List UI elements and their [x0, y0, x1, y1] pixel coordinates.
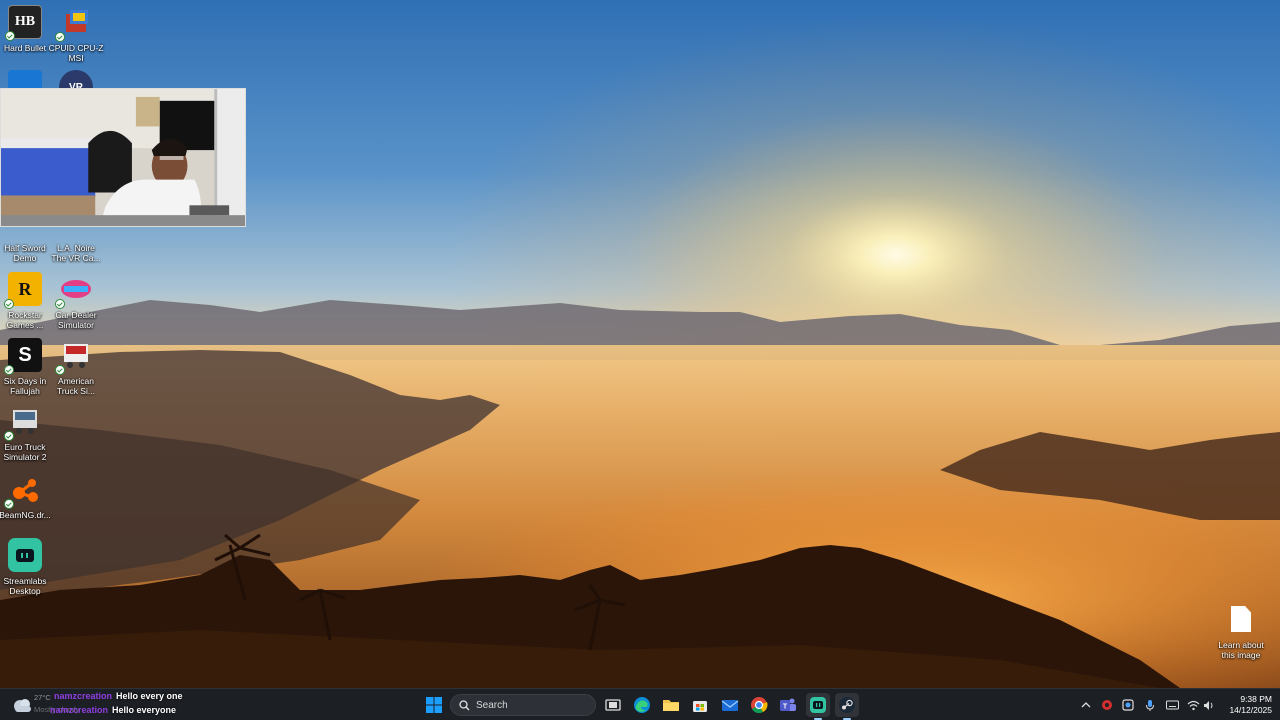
task-view-icon: [605, 699, 621, 711]
task-view-button[interactable]: [601, 693, 625, 717]
american-truck-icon: [55, 338, 93, 375]
learn-about-this-image[interactable]: Learn about this image: [1212, 606, 1270, 660]
taskbar-clock[interactable]: 9:38 PM 14/12/2025: [1222, 694, 1272, 716]
desktop-icon-cpuid-cpu-z[interactable]: CPUID CPU-Z MSI: [44, 5, 108, 63]
desktop-icon-label: BeamNG.dr...: [0, 510, 51, 520]
desktop-icon-beamng-drive[interactable]: BeamNG.dr...: [0, 472, 57, 520]
stream-chat-overlay: namzcreation Hello every one namzcreatio…: [36, 688, 183, 720]
search-icon: [459, 699, 470, 710]
desktop-icon-streamlabs-desktop[interactable]: Streamlabs Desktop: [0, 538, 57, 596]
chat-username: namzcreation: [50, 705, 109, 715]
desktop-icon-label: Streamlabs Desktop: [3, 576, 47, 596]
tray-app-2[interactable]: [1120, 697, 1136, 713]
store-icon: [693, 701, 707, 712]
svg-text:T: T: [783, 704, 788, 711]
euro-truck-icon: [4, 404, 42, 441]
taskbar-search[interactable]: Search: [450, 694, 596, 716]
six-days-icon: S: [4, 338, 42, 375]
car-dealer-icon: [55, 272, 93, 309]
desktop-icon-car-dealer-simulator[interactable]: Car Dealer Simulator: [44, 272, 108, 330]
hard-bullet-icon: HB: [5, 5, 42, 41]
sync-status-icon: [5, 31, 15, 41]
keyboard-tray-button[interactable]: [1164, 697, 1180, 713]
chrome-button[interactable]: [747, 693, 771, 717]
clock-time: 9:38 PM: [1240, 694, 1272, 704]
learn-about-label: Learn about this image: [1218, 640, 1264, 660]
steam-taskbar-button[interactable]: [835, 693, 859, 720]
microphone-tray-button[interactable]: [1142, 697, 1158, 713]
search-placeholder: Search: [476, 699, 508, 711]
show-hidden-icons-button[interactable]: [1078, 697, 1094, 713]
desktop-icon-label: Euro Truck Simulator 2: [3, 442, 47, 462]
keyboard-icon: [1165, 700, 1179, 710]
chrome-icon: [751, 697, 768, 714]
sync-icon: [1122, 699, 1134, 711]
start-button[interactable]: [422, 693, 446, 717]
edge-button[interactable]: [630, 693, 654, 717]
chat-message: namzcreation Hello every one: [36, 689, 183, 703]
sync-status-icon: [55, 365, 65, 375]
steam-icon: [839, 697, 855, 713]
edge-icon: [634, 697, 650, 713]
teams-button[interactable]: T: [776, 693, 800, 717]
webcam-overlay: [0, 88, 246, 227]
sync-status-icon: [4, 431, 14, 441]
rockstar-icon: R: [4, 272, 42, 309]
chevron-up-icon: [1081, 702, 1091, 708]
chat-message: namzcreation Hello everyone: [36, 703, 183, 717]
sync-status-icon: [55, 32, 65, 42]
desktop-icon-label: L.A. Noire The VR Ca...: [51, 243, 101, 263]
streamlabs-icon: [810, 697, 826, 713]
windows-logo-icon: [426, 697, 442, 713]
desktop-icon-label: Car Dealer Simulator: [55, 310, 97, 330]
record-icon: [1102, 700, 1112, 710]
tray-app-1[interactable]: [1099, 697, 1115, 713]
desktop-icon-label: CPUID CPU-Z MSI: [48, 43, 104, 63]
streamlabs-taskbar-button[interactable]: [806, 693, 830, 720]
streamlabs-icon: [8, 538, 42, 572]
sync-status-icon: [4, 299, 14, 309]
beamng-icon: [4, 472, 42, 509]
cpu-z-icon: [55, 5, 93, 42]
folder-icon: [663, 700, 679, 711]
desktop-icon-american-truck-simulator[interactable]: American Truck Si...: [44, 338, 108, 396]
volume-tray-button[interactable]: [1201, 697, 1217, 713]
chat-text: Hello every one: [116, 691, 183, 701]
cloud-icon: [14, 699, 31, 712]
teams-icon: T: [780, 698, 796, 711]
mail-icon: [721, 700, 739, 711]
document-icon: [1231, 606, 1251, 632]
network-tray-button[interactable]: [1185, 697, 1201, 713]
desktop-icon-label: American Truck Si...: [57, 376, 95, 396]
clock-date: 14/12/2025: [1229, 705, 1272, 715]
chat-username: namzcreation: [54, 691, 113, 701]
weather-widget[interactable]: [10, 693, 34, 717]
sync-status-icon: [4, 499, 14, 509]
file-explorer-button[interactable]: [659, 693, 683, 717]
speaker-icon: [1204, 700, 1213, 710]
desktop-icon-euro-truck-simulator-2[interactable]: Euro Truck Simulator 2: [0, 404, 57, 462]
wifi-icon: [1187, 700, 1199, 710]
microphone-icon: [1146, 699, 1154, 711]
mail-button[interactable]: [718, 693, 742, 717]
taskbar: Search T 9:38 PM 14/12/2025: [0, 688, 1280, 720]
sync-status-icon: [55, 299, 65, 309]
chat-text: Hello everyone: [112, 705, 177, 715]
microsoft-store-button[interactable]: [688, 693, 712, 717]
sync-status-icon: [4, 365, 14, 375]
